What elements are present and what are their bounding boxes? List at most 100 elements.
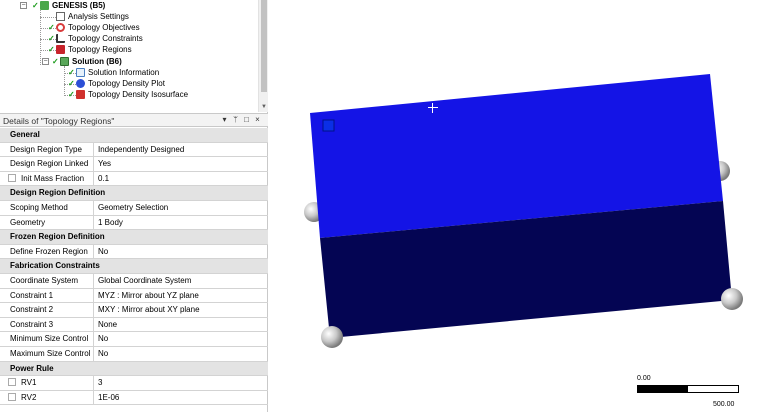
tree-item-genesis[interactable]: ✓ GENESIS (B5) — [32, 0, 105, 11]
tree-item-solution-information[interactable]: ✓ Solution Information — [68, 67, 159, 78]
tree-item-topology-density-plot[interactable]: ✓ Topology Density Plot — [68, 78, 165, 89]
close-icon[interactable]: × — [253, 115, 262, 124]
category-title: Frozen Region Definition — [10, 232, 105, 242]
property-row[interactable]: Geometry 1 Body — [0, 215, 268, 231]
scale-max-label: 500.00 — [713, 401, 735, 408]
property-value[interactable]: 1E-06 — [95, 391, 268, 405]
constraint-icon — [56, 34, 65, 43]
model-scene[interactable] — [270, 0, 760, 412]
parameter-checkbox[interactable] — [8, 378, 16, 387]
property-name-text: Design Region Linked — [10, 159, 89, 169]
property-row[interactable]: Design Region Type Independently Designed — [0, 142, 268, 158]
property-name-text: Geometry — [10, 217, 46, 227]
parameter-checkbox[interactable] — [8, 392, 16, 401]
solved-check-icon: ✓ — [48, 45, 55, 54]
property-name: Maximum Size Control — [0, 346, 94, 361]
property-value[interactable]: None — [95, 318, 268, 332]
property-row[interactable]: Init Mass Fraction 0.1 — [0, 171, 268, 187]
dropdown-icon[interactable]: ▾ — [220, 115, 229, 124]
info-icon — [76, 68, 85, 77]
property-value[interactable]: No — [95, 347, 268, 361]
solved-check-icon: ✓ — [52, 57, 59, 66]
property-name: Geometry — [0, 215, 94, 230]
graphics-viewport[interactable]: 0.00 500.00 — [270, 0, 760, 412]
scale-bar: 0.00 500.00 — [634, 372, 740, 408]
property-name-text: RV1 — [21, 378, 37, 388]
category-header[interactable]: Power Rule — [0, 361, 268, 377]
solved-check-icon: ✓ — [68, 90, 75, 99]
property-name-text: Minimum Size Control — [10, 334, 89, 344]
property-name: Define Frozen Region — [0, 244, 94, 259]
property-name: Constraint 2 — [0, 303, 94, 317]
property-name-text: Constraint 3 — [10, 319, 54, 329]
solved-check-icon: ✓ — [48, 23, 55, 32]
collapse-root-toggle[interactable]: − — [20, 2, 27, 9]
property-row[interactable]: RV1 3 — [0, 376, 268, 391]
category-header[interactable]: Frozen Region Definition — [0, 230, 268, 245]
property-name-text: Define Frozen Region — [10, 246, 88, 256]
tree-item-solution[interactable]: ✓ Solution (B6) — [52, 56, 122, 67]
tree-item-topology-constraints[interactable]: ✓ Topology Constraints — [48, 33, 143, 44]
property-value[interactable]: Geometry Selection — [95, 201, 268, 215]
property-value[interactable]: 0.1 — [95, 172, 268, 186]
tree-scrollbar[interactable]: ▼ — [258, 0, 268, 112]
property-value[interactable]: 3 — [95, 376, 268, 390]
collapse-solution-toggle[interactable]: − — [42, 58, 49, 65]
isosurface-icon — [76, 90, 85, 99]
details-grid: General Design Region Type Independently D… — [0, 128, 268, 406]
triad-marker-icon — [322, 119, 335, 132]
maximize-icon[interactable]: □ — [242, 115, 251, 124]
property-row[interactable]: Minimum Size Control No — [0, 332, 268, 347]
property-value[interactable]: No — [95, 245, 268, 259]
property-name: RV2 — [0, 390, 94, 405]
details-title: Details of "Topology Regions" — [3, 116, 115, 126]
property-name: Design Region Linked — [0, 157, 94, 171]
property-row[interactable]: Coordinate System Global Coordinate Syste… — [0, 273, 268, 289]
category-title: Fabrication Constraints — [10, 261, 100, 271]
property-value[interactable]: Global Coordinate System — [95, 274, 268, 288]
category-header[interactable]: Design Region Definition — [0, 186, 268, 201]
category-header[interactable]: Fabrication Constraints — [0, 259, 268, 274]
solution-icon — [60, 57, 69, 66]
scrollbar-thumb[interactable] — [261, 0, 267, 92]
left-panel: − ✓ GENESIS (B5) Analysis Settings ✓ Top… — [0, 0, 268, 412]
scroll-down-arrow-icon[interactable]: ▼ — [260, 104, 268, 110]
parameter-checkbox[interactable] — [8, 173, 16, 182]
property-value[interactable]: MYZ : Mirror about YZ plane — [95, 289, 268, 303]
property-value[interactable]: No — [95, 332, 268, 346]
target-icon — [56, 23, 65, 32]
analysis-settings-icon — [56, 12, 65, 21]
property-name: Constraint 3 — [0, 317, 94, 332]
tree-item-analysis-settings[interactable]: Analysis Settings — [56, 11, 129, 22]
crosshair-cursor-icon — [428, 103, 438, 113]
property-value[interactable]: Independently Designed — [95, 143, 268, 157]
tree-item-topology-objectives[interactable]: ✓ Topology Objectives — [48, 22, 140, 33]
solved-check-icon: ✓ — [48, 34, 55, 43]
property-name: Constraint 1 — [0, 288, 94, 303]
property-name: Design Region Type — [0, 142, 94, 157]
corner-sphere — [721, 288, 743, 310]
property-row[interactable]: Maximum Size Control No — [0, 346, 268, 362]
property-row[interactable]: Design Region Linked Yes — [0, 157, 268, 172]
property-row[interactable]: Constraint 2 MXY : Mirror about XY plane — [0, 303, 268, 318]
category-title: Power Rule — [10, 363, 54, 373]
property-value[interactable]: 1 Body — [95, 216, 268, 230]
tree-item-topology-regions[interactable]: ✓ Topology Regions — [48, 44, 132, 55]
category-header[interactable]: General — [0, 128, 268, 143]
property-row[interactable]: Constraint 1 MYZ : Mirror about YZ plane — [0, 288, 268, 304]
tree-item-topology-density-isosurface[interactable]: ✓ Topology Density Isosurface — [68, 89, 188, 100]
category-title: General — [10, 130, 40, 139]
property-row[interactable]: RV2 1E-06 — [0, 390, 268, 406]
property-value[interactable]: Yes — [95, 157, 268, 171]
property-row[interactable]: Define Frozen Region No — [0, 244, 268, 260]
property-name: Minimum Size Control — [0, 332, 94, 346]
pin-icon[interactable]: ᛘ — [231, 115, 240, 124]
property-name-text: Constraint 1 — [10, 290, 54, 300]
solved-check-icon: ✓ — [68, 68, 75, 77]
density-plot-icon — [76, 79, 85, 88]
property-row[interactable]: Scoping Method Geometry Selection — [0, 200, 268, 216]
property-name-text: Maximum Size Control — [10, 348, 91, 358]
property-name: Coordinate System — [0, 273, 94, 288]
property-value[interactable]: MXY : Mirror about XY plane — [95, 303, 268, 317]
property-row[interactable]: Constraint 3 None — [0, 317, 268, 333]
